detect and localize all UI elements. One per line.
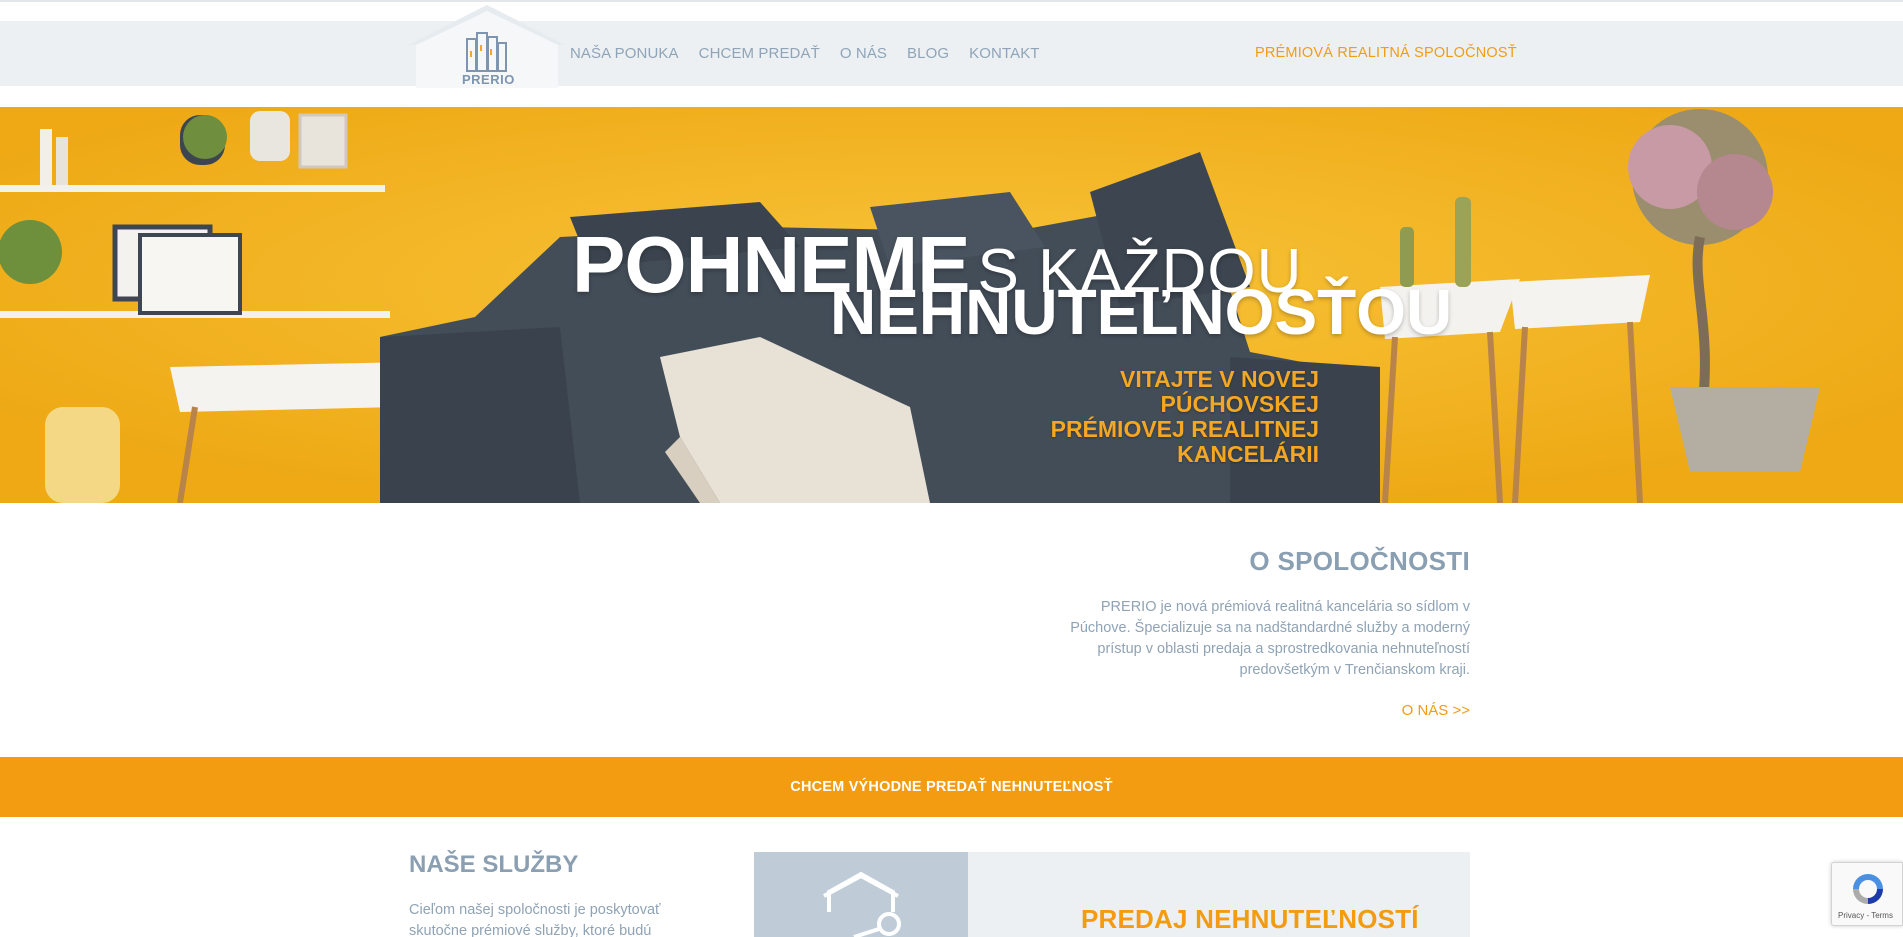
hero-sub-line: VITAJTE V NOVEJ — [1120, 366, 1319, 392]
nav-item-kontakt[interactable]: KONTAKT — [969, 45, 1039, 62]
house-key-icon — [823, 871, 901, 937]
header-tagline: PRÉMIOVÁ REALITNÁ SPOLOČNOSŤ — [1255, 45, 1517, 61]
cta-bar: CHCEM VÝHODNE PREDAŤ NEHNUTEĽNOSŤ — [0, 757, 1903, 817]
hero-sub-line: PRÉMIOVEJ REALITNEJ — [1050, 416, 1319, 442]
recaptcha-terms[interactable]: Privacy - Terms — [1838, 911, 1893, 920]
nav-item-o-nas[interactable]: O NÁS — [840, 45, 887, 62]
cta-sell-button[interactable]: CHCEM VÝHODNE PREDAŤ NEHNUTEĽNOSŤ — [790, 779, 1112, 795]
about-more-link[interactable]: O NÁS >> — [1402, 702, 1470, 719]
hero-sub-line: PÚCHOVSKEJ — [1160, 391, 1319, 417]
services-title: NAŠE SLUŽBY — [409, 851, 579, 878]
nav-item-nasa-ponuka[interactable]: NAŠA PONUKA — [570, 45, 679, 62]
service-card-image — [754, 852, 968, 937]
service-card-title: PREDAJ NEHNUTEĽNOSTÍ — [1081, 904, 1419, 934]
hero-headline-line2: NEHNUTEĽNOSŤOU — [830, 276, 1453, 348]
main-nav: NAŠA PONUKA CHCEM PREDAŤ O NÁS BLOG KONT… — [570, 21, 1060, 86]
recaptcha-badge[interactable]: Privacy - Terms — [1831, 862, 1903, 926]
logo-text: PRERIO — [462, 72, 515, 87]
services-text: Cieľom našej spoločnosti je poskytovať s… — [409, 902, 661, 937]
nav-item-chcem-predat[interactable]: CHCEM PREDAŤ — [699, 45, 820, 62]
hero-subheadline: VITAJTE V NOVEJ PÚCHOVSKEJ PRÉMIOVEJ REA… — [1051, 367, 1319, 467]
top-border — [0, 0, 1903, 2]
service-card-sale[interactable]: PREDAJ NEHNUTEĽNOSTÍ — [754, 852, 1470, 937]
about-title: O SPOLOČNOSTI — [1249, 546, 1470, 576]
about-text: PRERIO je nová prémiová realitná kancelá… — [1070, 599, 1470, 678]
nav-item-blog[interactable]: BLOG — [907, 45, 949, 62]
hero-sub-line: KANCELÁRII — [1177, 441, 1319, 467]
hero-banner: POHNEME S KAŽDOU NEHNUTEĽNOSŤOU VITAJTE V… — [0, 107, 1903, 503]
recaptcha-icon — [1853, 874, 1883, 904]
